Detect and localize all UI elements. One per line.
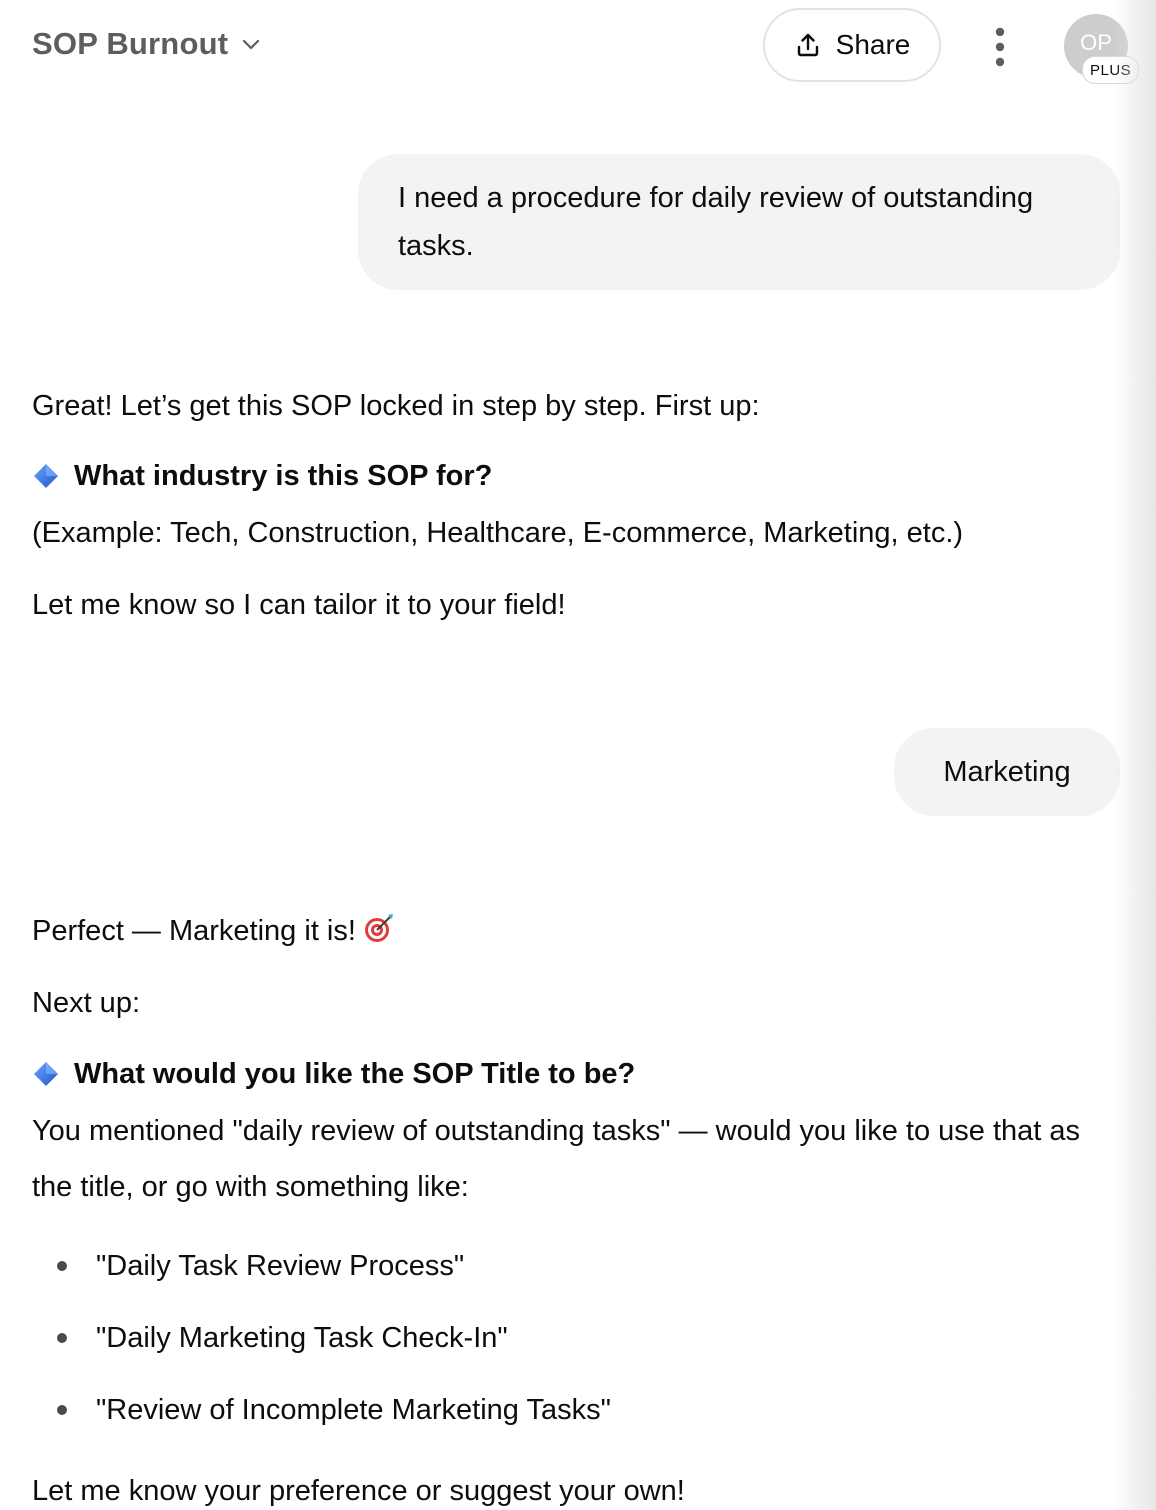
list-item: "Daily Marketing Task Check-In" [32,1302,611,1374]
user-message-text: Marketing [943,756,1071,788]
conversation-title-button[interactable]: SOP Burnout [32,26,262,62]
option-text: "Daily Task Review Process" [96,1250,465,1282]
option-text: "Review of Incomplete Marketing Tasks" [96,1394,611,1426]
assistant-intro-line: Perfect — Marketing it is! [32,903,1122,959]
bullet-dot [57,1333,67,1343]
top-bar: SOP Burnout Share OP PLUS [0,0,1156,92]
question-text: What industry is this SOP for? [74,460,493,492]
chat-page: SOP Burnout Share OP PLUS I need a proce… [0,0,1156,1510]
list-item: "Daily Task Review Process" [32,1230,611,1302]
direct-hit-target-icon [364,914,393,942]
blue-diamond-icon [34,464,58,488]
user-message-bubble: Marketing [894,728,1120,816]
assistant-closing-text: Let me know your preference or suggest y… [32,1475,685,1507]
bullet-dot [57,1261,67,1271]
conversation-title: SOP Burnout [32,26,229,61]
example-text: (Example: Tech, Construction, Healthcare… [32,517,964,549]
blue-diamond-icon [34,1062,58,1086]
share-button[interactable]: Share [763,8,941,82]
share-label: Share [835,29,911,60]
chevron-down-icon [243,39,260,50]
assistant-intro-text: Great! Let’s get this SOP locked in step… [32,390,760,422]
assistant-question: What industry is this SOP for? [32,448,492,504]
vertical-ellipsis-icon [995,27,1005,67]
plan-badge: PLUS [1082,56,1140,84]
next-up-text: Next up: [32,987,140,1019]
title-options-list: "Daily Task Review Process" "Daily Marke… [32,1230,611,1446]
question-text: What would you like the SOP Title to be? [74,1058,636,1090]
user-message-bubble: I need a procedure for daily review of o… [358,154,1120,290]
more-options-button[interactable] [980,24,1020,70]
assistant-closing-text: Let me know so I can tailor it to your f… [32,589,566,621]
upload-icon [797,33,818,57]
bullet-dot [57,1405,67,1415]
assistant-body-text: You mentioned "daily review of outstandi… [32,1115,1081,1203]
list-item: "Review of Incomplete Marketing Tasks" [32,1374,611,1446]
assistant-intro-text: Perfect — Marketing it is! [32,915,356,947]
option-text: "Daily Marketing Task Check-In" [96,1322,508,1354]
assistant-question: What would you like the SOP Title to be? [32,1046,635,1102]
avatar-initials: OP [1080,30,1112,55]
